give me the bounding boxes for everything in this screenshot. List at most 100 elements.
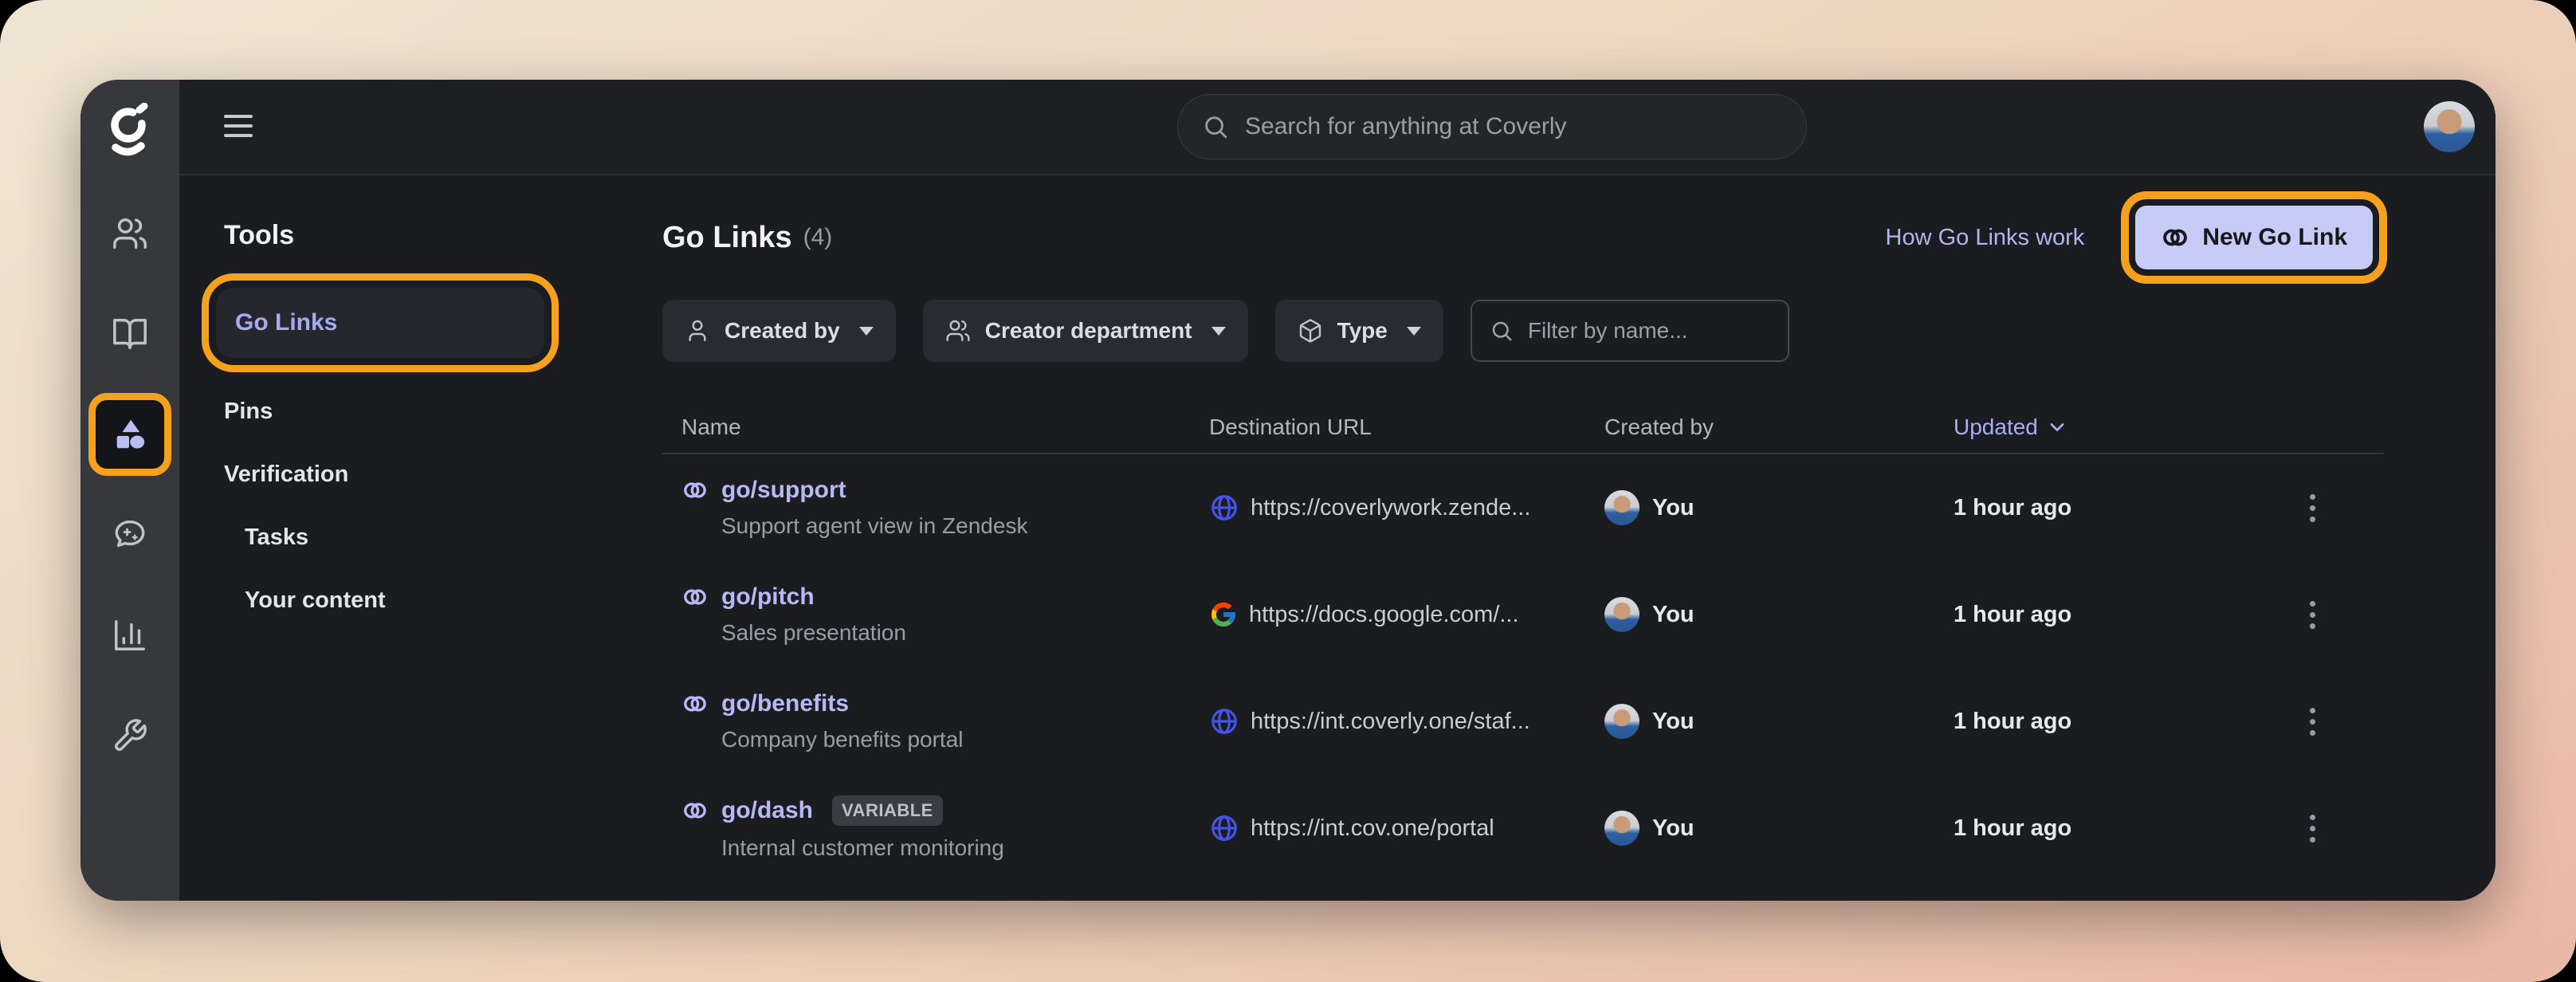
- bar-chart-icon: [112, 617, 148, 654]
- go-link-icon: [681, 477, 709, 504]
- app-logo[interactable]: [104, 80, 155, 183]
- sidebar-item-tasks[interactable]: Tasks: [224, 506, 662, 569]
- tools-sidebar: Tools Go Links Pins Verification Tasks Y…: [179, 175, 662, 901]
- destination-url[interactable]: https://coverlywork.zende...: [1209, 493, 1604, 523]
- go-link-icon: [681, 797, 709, 824]
- creator-name: You: [1652, 815, 1694, 842]
- tools-heading: Tools: [224, 220, 662, 251]
- row-menu-icon[interactable]: [2303, 488, 2322, 528]
- created-by-filter-label: Created by: [724, 318, 840, 344]
- rail-item-tools-active-tile[interactable]: [96, 400, 164, 469]
- creator-department-filter[interactable]: Creator department: [923, 300, 1248, 362]
- destination-url-text: https://int.coverly.one/staf...: [1251, 709, 1530, 735]
- destination-url-text: https://int.cov.one/portal: [1251, 815, 1494, 842]
- global-search-input[interactable]: [1243, 112, 1782, 141]
- users-icon: [945, 318, 971, 344]
- row-menu-icon[interactable]: [2303, 701, 2322, 742]
- rail-item-tools[interactable]: [80, 384, 179, 485]
- sidebar-item-your-content[interactable]: Your content: [224, 569, 662, 632]
- rail-item-admin[interactable]: [80, 685, 179, 786]
- table-row: go/benefits Company benefits portal: [662, 668, 2384, 775]
- updated-time: 1 hour ago: [1954, 602, 2217, 628]
- left-rail: [80, 80, 179, 901]
- go-links-table: Name Destination URL Created by Updated: [662, 402, 2384, 882]
- updated-time: 1 hour ago: [1954, 495, 2217, 521]
- go-link-description: Support agent view in Zendesk: [681, 513, 1209, 539]
- page-title: Go Links: [662, 221, 792, 255]
- go-link-description: Internal customer monitoring: [681, 835, 1209, 861]
- wrench-icon: [112, 717, 148, 754]
- go-link-icon: [681, 583, 709, 611]
- creator-avatar: [1604, 811, 1639, 846]
- go-link-icon: [681, 690, 709, 717]
- user-avatar[interactable]: [2424, 101, 2475, 152]
- destination-url[interactable]: https://docs.google.com/...: [1209, 600, 1604, 629]
- url-favicon: [1209, 600, 1238, 629]
- updated-time: 1 hour ago: [1954, 815, 2217, 842]
- title-row: Go Links (4) How Go Links work New Go Li…: [662, 212, 2384, 263]
- name-filter-input[interactable]: [1526, 317, 1770, 344]
- chevron-down-icon: [1407, 327, 1421, 336]
- name-filter[interactable]: [1471, 300, 1789, 362]
- rail-item-people[interactable]: [80, 183, 179, 284]
- app-window: Tools Go Links Pins Verification Tasks Y…: [80, 80, 2496, 901]
- type-filter-label: Type: [1337, 318, 1388, 344]
- column-header-updated[interactable]: Updated: [1954, 414, 2217, 440]
- creator-avatar: [1604, 704, 1639, 739]
- type-filter[interactable]: Type: [1275, 300, 1443, 362]
- url-favicon: [1209, 493, 1239, 523]
- go-link-name[interactable]: go/pitch: [721, 583, 815, 611]
- menu-icon[interactable]: [224, 115, 253, 137]
- updated-time: 1 hour ago: [1954, 709, 2217, 735]
- rail-nav: [80, 183, 179, 786]
- rail-item-analytics[interactable]: [80, 585, 179, 685]
- sidebar-item-go-links[interactable]: Go Links: [216, 288, 544, 358]
- sidebar-item-verification[interactable]: Verification: [224, 443, 662, 506]
- chevron-down-icon: [859, 327, 874, 336]
- page-count: (4): [803, 224, 833, 251]
- table-row: go/dash VARIABLE Internal customer monit…: [662, 775, 2384, 882]
- how-go-links-work-link[interactable]: How Go Links work: [1886, 225, 2085, 251]
- sort-chevron-down-icon: [2046, 416, 2068, 438]
- creator-name: You: [1652, 709, 1694, 735]
- column-header-url: Destination URL: [1209, 414, 1604, 440]
- new-go-link-label: New Go Link: [2202, 224, 2347, 251]
- table-header: Name Destination URL Created by Updated: [662, 402, 2384, 453]
- destination-url-text: https://coverlywork.zende...: [1251, 495, 1530, 521]
- rail-item-chat[interactable]: [80, 485, 179, 585]
- creator-avatar: [1604, 490, 1639, 525]
- column-header-created-by: Created by: [1604, 414, 1954, 440]
- go-link-description: Sales presentation: [681, 620, 1209, 646]
- creator-avatar: [1604, 597, 1639, 632]
- cube-icon: [1298, 318, 1323, 344]
- creator-department-filter-label: Creator department: [985, 318, 1192, 344]
- url-favicon: [1209, 813, 1239, 843]
- sidebar-item-pins[interactable]: Pins: [224, 380, 662, 443]
- global-search[interactable]: [1177, 94, 1807, 159]
- go-link-name[interactable]: go/dash: [721, 797, 813, 824]
- new-go-link-button[interactable]: New Go Link: [2135, 206, 2373, 269]
- shapes-icon: [112, 416, 148, 453]
- table-row: go/support Support agent view in Zendesk: [662, 454, 2384, 561]
- row-menu-icon[interactable]: [2303, 808, 2322, 849]
- user-icon: [685, 318, 710, 344]
- creator-name: You: [1652, 495, 1694, 521]
- go-link-name[interactable]: go/support: [721, 477, 846, 504]
- go-link-description: Company benefits portal: [681, 727, 1209, 752]
- tools-nav: Go Links Pins Verification Tasks Your co…: [224, 288, 662, 632]
- chat-sparkle-icon: [112, 517, 148, 553]
- destination-url[interactable]: https://int.coverly.one/staf...: [1209, 706, 1604, 736]
- go-link-name[interactable]: go/benefits: [721, 690, 849, 717]
- row-menu-icon[interactable]: [2303, 595, 2322, 635]
- creator-name: You: [1652, 602, 1694, 628]
- updated-sort-label: Updated: [1954, 414, 2038, 440]
- book-icon: [112, 316, 148, 352]
- created-by-filter[interactable]: Created by: [662, 300, 896, 362]
- right-pane: Tools Go Links Pins Verification Tasks Y…: [179, 80, 2496, 901]
- destination-url[interactable]: https://int.cov.one/portal: [1209, 813, 1604, 843]
- filter-bar: Created by Creator department: [662, 300, 2384, 362]
- logo-g-icon: [104, 103, 155, 160]
- rail-item-library[interactable]: [80, 284, 179, 384]
- users-icon: [112, 215, 148, 252]
- go-links-main: Go Links (4) How Go Links work New Go Li…: [662, 175, 2496, 901]
